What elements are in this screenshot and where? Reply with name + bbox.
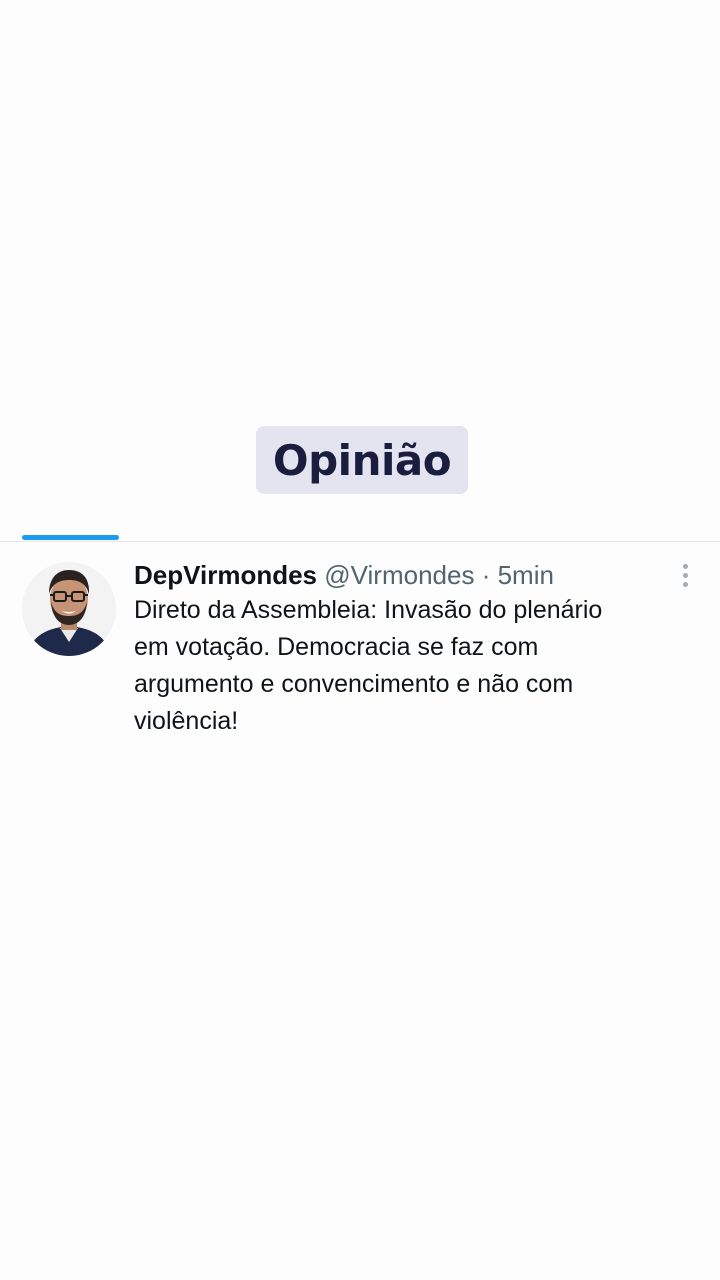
tweet-header: DepVirmondes @Virmondes · 5min <box>134 556 554 594</box>
header-separator: · <box>481 560 491 590</box>
active-tab-indicator <box>22 535 119 540</box>
opinion-label: Opinião <box>272 435 452 485</box>
author-avatar[interactable] <box>22 562 116 656</box>
opinion-badge: Opinião <box>256 426 468 494</box>
tweet-timestamp[interactable]: 5min <box>498 560 554 590</box>
tweet-text-line: em votação. Democracia se faz com <box>134 633 539 661</box>
more-vertical-icon[interactable] <box>672 560 698 590</box>
tweet-text-line: Direto da Assembleia: Invasão do plenári… <box>134 596 603 624</box>
author-handle[interactable]: @Virmondes <box>324 560 474 590</box>
avatar-portrait-icon <box>22 562 116 656</box>
author-name[interactable]: DepVirmondes <box>134 560 317 590</box>
tweet-text: Direto da Assembleia: Invasão do plenári… <box>134 592 694 740</box>
tweet-text-line: violência! <box>134 707 239 735</box>
tweet-card[interactable]: DepVirmondes @Virmondes · 5min Direto da… <box>0 542 720 762</box>
tweet-text-line: argumento e convencimento e não com <box>134 670 574 698</box>
